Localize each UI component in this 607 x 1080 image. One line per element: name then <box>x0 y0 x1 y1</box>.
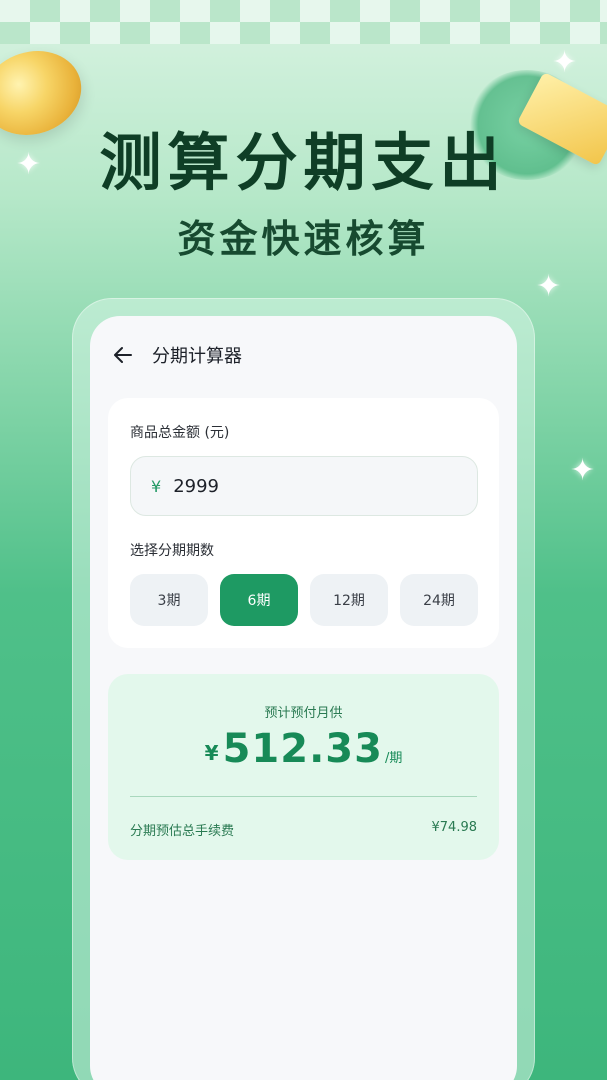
page-title: 分期计算器 <box>152 346 242 367</box>
period-label: 选择分期期数 <box>130 543 214 559</box>
currency-symbol: ¥ <box>151 476 162 496</box>
amount-label: 商品总金额 (元) <box>130 425 230 441</box>
estimate-label: 预计预付月供 <box>264 706 343 721</box>
sparkle-icon: ✦ <box>570 453 596 488</box>
period-option-3[interactable]: 3期 <box>130 574 208 626</box>
sparkle-icon: ✦ <box>552 45 578 80</box>
fee-label: 分期预估总手续费 <box>130 824 235 839</box>
app-header: 分期计算器 <box>90 316 517 394</box>
period-option-24[interactable]: 24期 <box>400 574 478 626</box>
monthly-unit: /期 <box>384 751 403 766</box>
calculator-form-card: 商品总金额 (元) ¥ 2999 选择分期期数 3期 6期 12期 24期 <box>108 398 499 648</box>
period-option-6[interactable]: 6期 <box>220 574 298 626</box>
divider <box>130 796 477 797</box>
sparkle-icon: ✦ <box>536 269 562 304</box>
phone-screen: 分期计算器 商品总金额 (元) ¥ 2999 选择分期期数 3期 6期 12期 … <box>90 316 517 1080</box>
monthly-currency-symbol: ¥ <box>204 741 219 765</box>
period-option-12[interactable]: 12期 <box>310 574 388 626</box>
promo-headline: 测算分期支出 <box>99 126 508 199</box>
back-button[interactable] <box>108 340 138 370</box>
arrow-left-icon <box>114 347 132 363</box>
fee-value: ¥74.98 <box>431 820 478 835</box>
amount-input[interactable]: ¥ 2999 <box>130 456 478 516</box>
result-card: 预计预付月供 ¥512.33/期 分期预估总手续费 ¥74.98 <box>108 674 499 860</box>
monthly-payment: ¥512.33/期 <box>108 726 499 772</box>
period-selector: 3期 6期 12期 24期 <box>130 574 478 626</box>
promo-subline: 资金快速核算 <box>177 217 430 261</box>
amount-value: 2999 <box>173 475 219 497</box>
checker-pattern-banner <box>0 0 607 44</box>
monthly-amount: 512.33 <box>222 726 383 772</box>
